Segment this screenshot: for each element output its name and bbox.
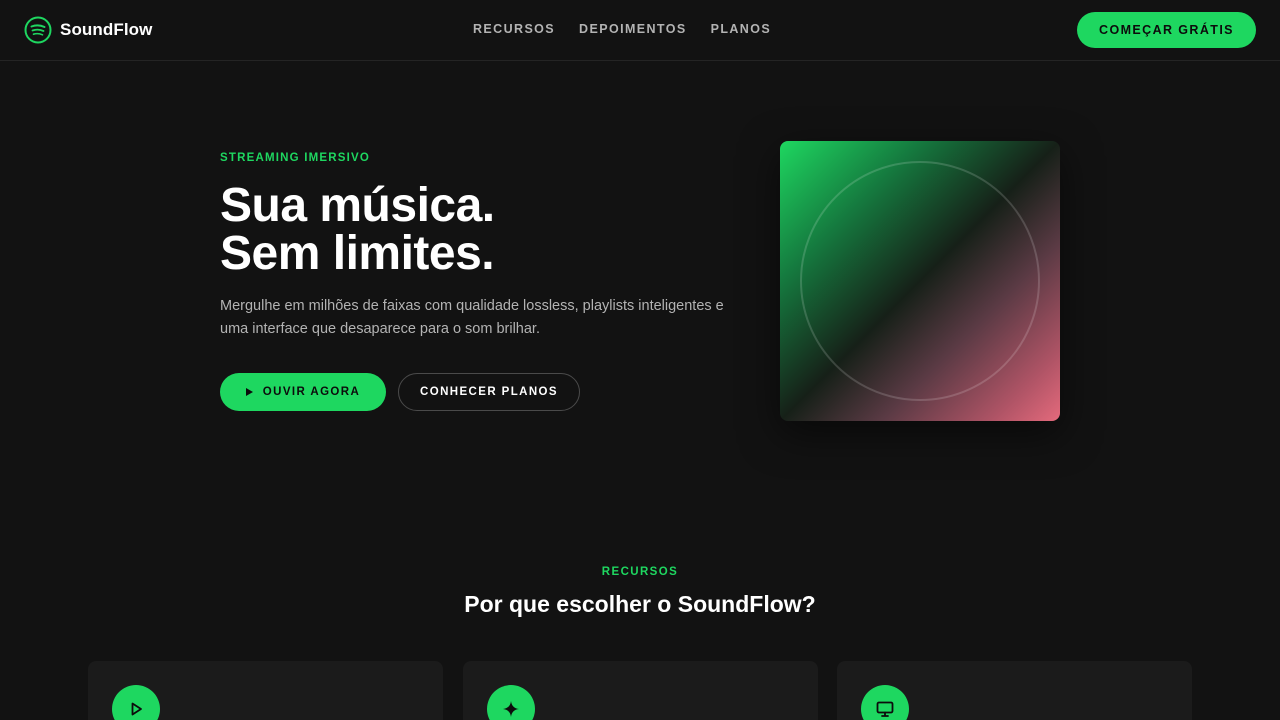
- hero-eyebrow: STREAMING IMERSIVO: [220, 152, 371, 164]
- nav-link-recursos[interactable]: RECURSOS: [473, 22, 555, 36]
- feature-card-1: [88, 661, 443, 720]
- nav-link-planos[interactable]: PLANOS: [711, 22, 772, 36]
- soundwave-logo-icon: [24, 16, 52, 44]
- features-title: Por que escolher o SoundFlow?: [464, 591, 816, 617]
- listen-now-button[interactable]: OUVIR AGORA: [220, 373, 386, 411]
- album-art-ring: [800, 161, 1040, 401]
- hero-title: Sua música. Sem limites.: [220, 182, 495, 278]
- hero-album-art: [780, 141, 1060, 421]
- brand-name: SoundFlow: [60, 20, 153, 39]
- brand-logo-link[interactable]: SoundFlow: [24, 16, 153, 44]
- nav-link-depoimentos[interactable]: DEPOIMENTOS: [579, 22, 687, 36]
- hero-title-line-1: Sua música.: [220, 179, 495, 232]
- feature-card-3: [837, 661, 1192, 720]
- play-icon: [112, 685, 160, 720]
- start-free-button[interactable]: COMEÇAR GRÁTIS: [1077, 12, 1256, 48]
- hero-title-line-2: Sem limites.: [220, 227, 495, 280]
- nav-links: RECURSOS DEPOIMENTOS PLANOS: [473, 22, 771, 36]
- feature-card-2: [463, 661, 818, 720]
- features-eyebrow: RECURSOS: [601, 566, 679, 578]
- monitor-icon: [861, 685, 909, 720]
- sparkle-icon: [487, 685, 535, 720]
- see-plans-button[interactable]: CONHECER PLANOS: [398, 373, 580, 411]
- hero-description: Mergulhe em milhões de faixas com qualid…: [220, 298, 724, 337]
- top-navbar: SoundFlow RECURSOS DEPOIMENTOS PLANOS CO…: [0, 0, 1280, 61]
- listen-now-label: OUVIR AGORA: [262, 386, 361, 398]
- play-icon: [245, 388, 253, 396]
